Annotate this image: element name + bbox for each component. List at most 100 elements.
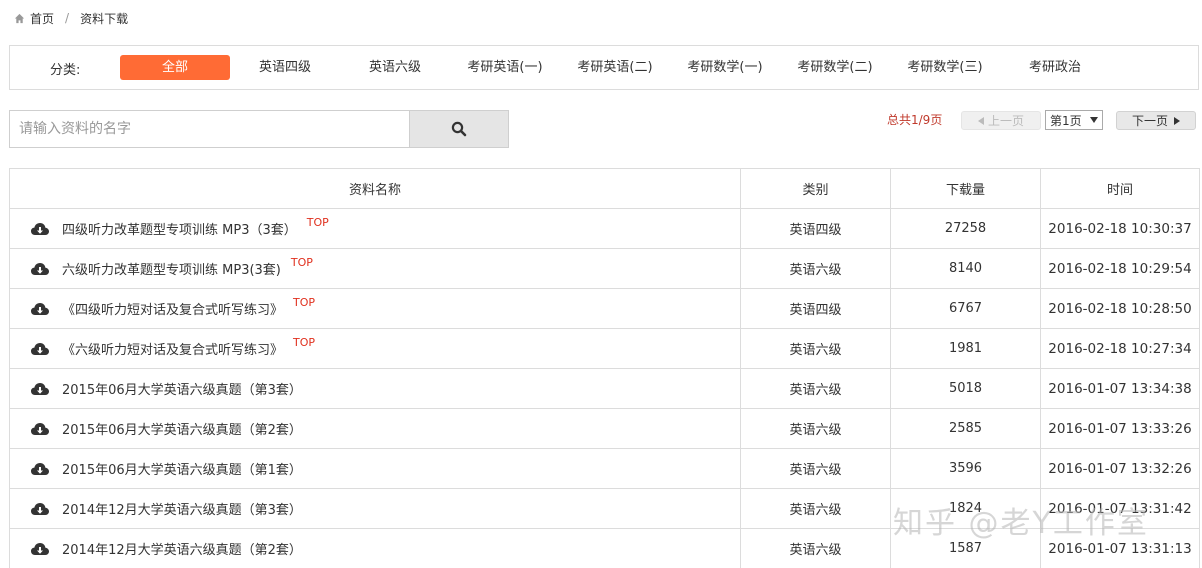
- cell-time: 2016-01-07 13:31:42: [1040, 488, 1200, 529]
- file-name-link[interactable]: 2014年12月大学英语六级真题（第2套）: [62, 539, 302, 558]
- cloud-download-icon[interactable]: [30, 539, 50, 559]
- cell-name: 2015年06月大学英语六级真题（第2套）: [9, 408, 741, 449]
- cell-time: 2016-02-18 10:27:34: [1040, 328, 1200, 369]
- page-select[interactable]: 第1页: [1045, 110, 1103, 130]
- cell-category: 英语六级: [740, 408, 891, 449]
- file-name-link[interactable]: 2015年06月大学英语六级真题（第1套）: [62, 459, 302, 478]
- cell-time: 2016-02-18 10:30:37: [1040, 208, 1200, 249]
- cell-name: 《六级听力短对话及复合式听写练习》 TOP: [9, 328, 741, 369]
- cell-downloads: 3596: [890, 448, 1041, 489]
- cloud-download-icon[interactable]: [30, 219, 50, 239]
- cell-time: 2016-01-07 13:32:26: [1040, 448, 1200, 489]
- home-icon: [14, 13, 25, 23]
- file-name-link[interactable]: 《四级听力短对话及复合式听写练习》: [62, 299, 283, 318]
- cloud-download-icon[interactable]: [30, 259, 50, 279]
- prev-page-button[interactable]: 上一页: [961, 111, 1041, 130]
- file-name-link[interactable]: 2015年06月大学英语六级真题（第2套）: [62, 419, 302, 438]
- table-row: 2015年06月大学英语六级真题（第3套） 英语六级 5018 2016-01-07 …: [9, 368, 1200, 409]
- next-page-button[interactable]: 下一页: [1116, 111, 1196, 130]
- caret-down-icon: [1090, 117, 1098, 123]
- breadcrumb-home-link[interactable]: 首页: [30, 10, 54, 27]
- top-tag: TOP: [293, 296, 316, 309]
- category-filter-bar: 分类: 全部 英语四级 英语六级 考研英语(一) 考研英语(二) 考研数学(一)…: [9, 45, 1199, 90]
- table-row: 2014年12月大学英语六级真题（第3套） 英语六级 1824 2016-01-07 …: [9, 488, 1200, 529]
- cloud-download-icon[interactable]: [30, 499, 50, 519]
- category-label: 分类:: [50, 63, 81, 78]
- table-row: 2015年06月大学英语六级真题（第1套） 英语六级 3596 2016-01-07 …: [9, 448, 1200, 489]
- cell-downloads: 5018: [890, 368, 1041, 409]
- category-cet6[interactable]: 英语六级: [340, 55, 450, 80]
- top-tag: TOP: [290, 256, 313, 269]
- chevron-left-icon: [977, 116, 984, 125]
- cell-name: 2014年12月大学英语六级真题（第2套）: [9, 528, 741, 568]
- prev-page-label: 上一页: [987, 114, 1024, 128]
- cell-category: 英语六级: [740, 368, 891, 409]
- cloud-download-icon[interactable]: [30, 339, 50, 359]
- category-kaoyan-math-3[interactable]: 考研数学(三): [890, 55, 1000, 80]
- cell-time: 2016-01-07 13:33:26: [1040, 408, 1200, 449]
- breadcrumb-separator: /: [65, 11, 70, 25]
- cell-category: 英语四级: [740, 288, 891, 329]
- cloud-download-icon[interactable]: [30, 299, 50, 319]
- cell-category: 英语六级: [740, 448, 891, 489]
- cell-name: 2015年06月大学英语六级真题（第3套）: [9, 368, 741, 409]
- category-kaoyan-english-1[interactable]: 考研英语(一): [450, 55, 560, 80]
- search-icon: [451, 121, 467, 137]
- header-downloads: 下载量: [890, 168, 1041, 209]
- cell-category: 英语六级: [740, 328, 891, 369]
- top-tag: TOP: [293, 336, 316, 349]
- breadcrumb-current: 资料下载: [80, 11, 129, 26]
- file-name-link[interactable]: 2015年06月大学英语六级真题（第3套）: [62, 379, 302, 398]
- cell-name: 六级听力改革题型专项训练 MP3(3套) TOP: [9, 248, 741, 289]
- category-all[interactable]: 全部: [120, 55, 230, 80]
- cell-category: 英语四级: [740, 208, 891, 249]
- cell-time: 2016-02-18 10:29:54: [1040, 248, 1200, 289]
- cloud-download-icon[interactable]: [30, 459, 50, 479]
- cell-downloads: 6767: [890, 288, 1041, 329]
- cloud-download-icon[interactable]: [30, 419, 50, 439]
- cell-downloads: 1981: [890, 328, 1041, 369]
- category-kaoyan-politics[interactable]: 考研政治: [1000, 55, 1110, 80]
- file-name-link[interactable]: 四级听力改革题型专项训练 MP3（3套）: [62, 219, 297, 238]
- category-kaoyan-english-2[interactable]: 考研英语(二): [560, 55, 670, 80]
- search-input[interactable]: [9, 110, 409, 148]
- category-kaoyan-math-1[interactable]: 考研数学(一): [670, 55, 780, 80]
- cell-time: 2016-02-18 10:28:50: [1040, 288, 1200, 329]
- table-row: 2015年06月大学英语六级真题（第2套） 英语六级 2585 2016-01-07 …: [9, 408, 1200, 449]
- cell-name: 四级听力改革题型专项训练 MP3（3套） TOP: [9, 208, 741, 249]
- table-row: 《六级听力短对话及复合式听写练习》 TOP 英语六级 1981 2016-02-18 1…: [9, 328, 1200, 369]
- file-name-link[interactable]: 《六级听力短对话及复合式听写练习》: [62, 339, 283, 358]
- cell-category: 英语六级: [740, 248, 891, 289]
- cell-category: 英语六级: [740, 488, 891, 529]
- header-category: 类别: [740, 168, 891, 209]
- cell-downloads: 2585: [890, 408, 1041, 449]
- table-header-row: 资料名称 类别 下载量 时间: [9, 168, 1200, 209]
- cloud-download-icon[interactable]: [30, 379, 50, 399]
- cell-category: 英语六级: [740, 528, 891, 568]
- cell-downloads: 1824: [890, 488, 1041, 529]
- top-tag: TOP: [306, 216, 329, 229]
- category-cet4[interactable]: 英语四级: [230, 55, 340, 80]
- cell-time: 2016-01-07 13:34:38: [1040, 368, 1200, 409]
- download-table: 资料名称 类别 下载量 时间 四级听力改革题型专项训练 MP3（3套） TOP 英语…: [9, 168, 1200, 568]
- cell-time: 2016-01-07 13:31:13: [1040, 528, 1200, 568]
- file-name-link[interactable]: 六级听力改革题型专项训练 MP3(3套): [62, 259, 281, 278]
- cell-name: 2014年12月大学英语六级真题（第3套）: [9, 488, 741, 529]
- table-row: 《四级听力短对话及复合式听写练习》 TOP 英语四级 6767 2016-02-18 1…: [9, 288, 1200, 329]
- table-row: 四级听力改革题型专项训练 MP3（3套） TOP 英语四级 27258 2016-02-…: [9, 208, 1200, 249]
- search-button[interactable]: [409, 110, 509, 148]
- cell-name: 2015年06月大学英语六级真题（第1套）: [9, 448, 741, 489]
- cell-downloads: 27258: [890, 208, 1041, 249]
- category-kaoyan-math-2[interactable]: 考研数学(二): [780, 55, 890, 80]
- header-name: 资料名称: [9, 168, 741, 209]
- page-count-info: 总共1/9页: [887, 113, 943, 127]
- cell-name: 《四级听力短对话及复合式听写练习》 TOP: [9, 288, 741, 329]
- next-page-label: 下一页: [1131, 114, 1168, 128]
- breadcrumb: 首页 / 资料下载: [14, 9, 128, 27]
- file-name-link[interactable]: 2014年12月大学英语六级真题（第3套）: [62, 499, 302, 518]
- table-row: 六级听力改革题型专项训练 MP3(3套) TOP 英语六级 8140 2016-02-1…: [9, 248, 1200, 289]
- chevron-right-icon: [1174, 116, 1180, 125]
- header-time: 时间: [1040, 168, 1200, 209]
- table-row: 2014年12月大学英语六级真题（第2套） 英语六级 1587 2016-01-07 …: [9, 528, 1200, 568]
- cell-downloads: 1587: [890, 528, 1041, 568]
